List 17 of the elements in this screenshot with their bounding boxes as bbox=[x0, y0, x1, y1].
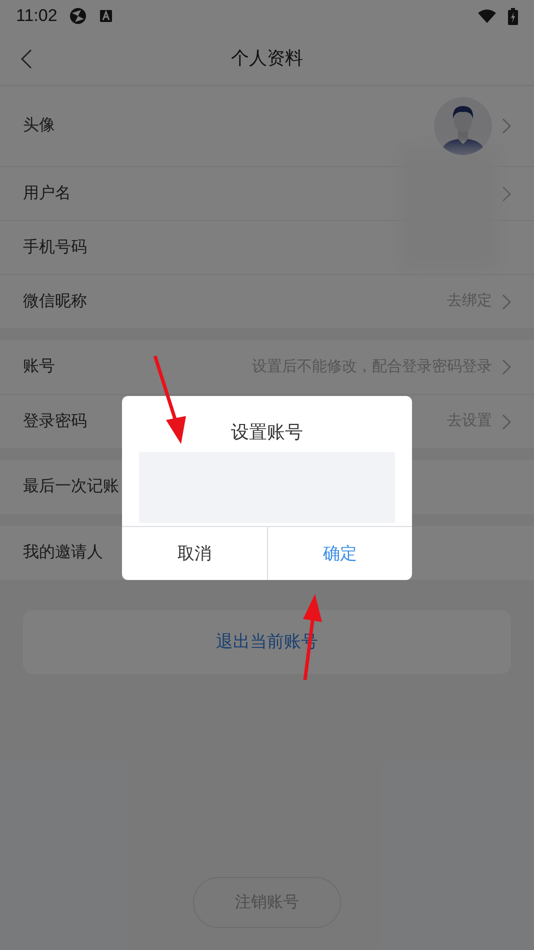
row-label: 头像 bbox=[23, 116, 55, 136]
page-title: 个人资料 bbox=[231, 47, 303, 70]
row-label: 用户名 bbox=[23, 184, 71, 204]
row-label: 最后一次记账 bbox=[23, 476, 119, 497]
row-label: 微信昵称 bbox=[23, 292, 87, 312]
cancel-button[interactable]: 取消 bbox=[122, 527, 266, 580]
back-icon[interactable] bbox=[20, 49, 32, 69]
app-icon bbox=[69, 7, 88, 25]
row-label: 登录密码 bbox=[23, 412, 87, 432]
wifi-icon bbox=[478, 9, 496, 23]
status-time: 11:02 bbox=[16, 5, 58, 28]
keyboard-icon bbox=[99, 9, 114, 23]
battery-icon bbox=[508, 8, 518, 24]
confirm-button[interactable]: 确定 bbox=[266, 527, 412, 580]
row-label: 账号 bbox=[23, 357, 55, 377]
dialog-title: 设置账号 bbox=[231, 420, 303, 444]
row-label: 手机号码 bbox=[23, 238, 87, 258]
